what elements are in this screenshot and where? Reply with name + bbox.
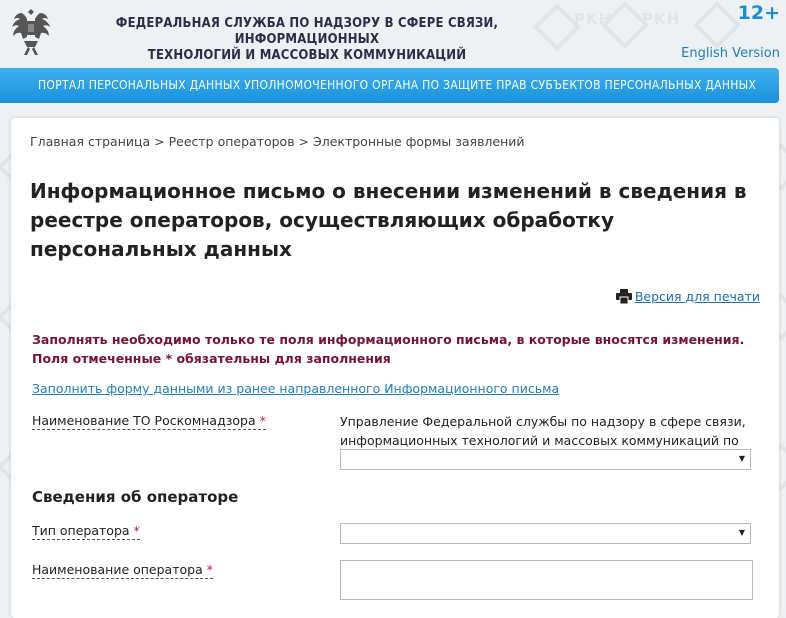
russian-emblem-icon: [12, 9, 50, 55]
agency-name-line2: ТЕХНОЛОГИЙ И МАССОВЫХ КОММУНИКАЦИЙ: [147, 48, 467, 63]
breadcrumb-separator: >: [294, 134, 313, 149]
agency-name-line1: ФЕДЕРАЛЬНАЯ СЛУЖБА ПО НАДЗОРУ В СФЕРЕ СВ…: [115, 16, 499, 47]
operator-name-label: Наименование оператора *: [32, 562, 213, 579]
operator-type-label-text: Тип оператора: [32, 523, 130, 538]
to-roskomnadzor-label: Наименование ТО Роскомнадзора *: [32, 413, 266, 430]
required-marker: *: [206, 562, 213, 577]
operator-name-label-text: Наименование оператора: [32, 562, 203, 577]
operator-type-label: Тип оператора *: [32, 523, 140, 540]
dropdown-arrow-icon: ▼: [738, 454, 745, 463]
printer-icon: [615, 289, 632, 304]
required-fields-notice: Заполнять необходимо только те поля инфо…: [32, 332, 745, 366]
breadcrumb: Главная страница > Реестр операторов > Э…: [30, 134, 525, 149]
operator-name-input[interactable]: [340, 560, 753, 600]
print-version-link[interactable]: Версия для печати: [615, 289, 760, 304]
to-roskomnadzor-selected-value: Управление Федеральной службы по надзору…: [340, 414, 746, 448]
page-title: Информационное письмо о внесении изменен…: [30, 179, 747, 261]
breadcrumb-registry-link[interactable]: Реестр операторов: [169, 134, 295, 149]
dropdown-arrow-icon: ▼: [738, 528, 745, 537]
site-header: ФЕДЕРАЛЬНАЯ СЛУЖБА ПО НАДЗОРУ В СФЕРЕ СВ…: [0, 0, 786, 68]
portal-title-bar[interactable]: ПОРТАЛ ПЕРСОНАЛЬНЫХ ДАННЫХ УПОЛНОМОЧЕННО…: [0, 68, 779, 103]
agency-name: ФЕДЕРАЛЬНАЯ СЛУЖБА ПО НАДЗОРУ В СФЕРЕ СВ…: [72, 16, 542, 64]
breadcrumb-home-link[interactable]: Главная страница: [30, 134, 150, 149]
english-version-link[interactable]: English Version: [681, 46, 780, 61]
breadcrumb-current: Электронные формы заявлений: [313, 134, 525, 149]
breadcrumb-separator: >: [150, 134, 169, 149]
required-marker: *: [133, 523, 140, 538]
to-roskomnadzor-select[interactable]: ▼: [340, 449, 751, 470]
print-version-label: Версия для печати: [634, 289, 760, 304]
fill-from-previous-link[interactable]: Заполнить форму данными из ранее направл…: [32, 381, 559, 396]
required-marker: *: [259, 413, 266, 428]
age-rating-badge: 12+: [737, 2, 780, 24]
operator-type-select[interactable]: ▼: [340, 523, 751, 544]
to-roskomnadzor-label-text: Наименование ТО Роскомнадзора: [32, 413, 256, 428]
operator-section-heading: Сведения об операторе: [32, 488, 239, 506]
